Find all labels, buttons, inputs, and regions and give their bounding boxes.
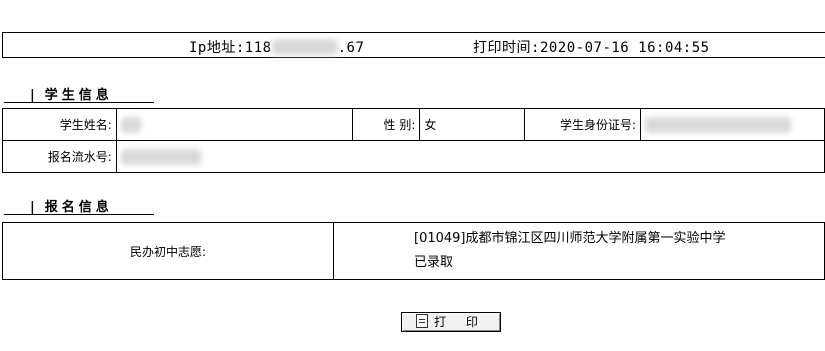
name-value xyxy=(115,108,354,141)
student-info-table: 学生姓名: 性 别: 女 学生身份证号: 报名流水号: xyxy=(2,108,825,173)
print-area: 打 印 xyxy=(401,311,501,332)
print-time-value: 2020-07-16 16:04:55 xyxy=(539,40,710,56)
section-title-text: 报名信息 xyxy=(44,200,113,215)
ip-label: Ip地址: xyxy=(189,40,245,56)
section-marker: | xyxy=(30,88,39,103)
id-redaction xyxy=(645,116,792,133)
name-label: 学生姓名: xyxy=(2,108,117,141)
name-redaction xyxy=(120,116,141,133)
ip-redaction xyxy=(271,39,338,55)
admission-status: 已录取 xyxy=(414,255,454,270)
section-title-text: 学生信息 xyxy=(44,88,113,103)
ip-address: Ip地址:118 .67 xyxy=(189,37,364,57)
serial-redaction xyxy=(120,148,201,165)
serial-label: 报名流水号: xyxy=(2,140,117,173)
ip-prefix: 118 xyxy=(244,40,272,56)
header-bar: Ip地址:118 .67 打印时间:2020-07-16 16:04:55 xyxy=(2,32,825,58)
student-section-title: | 学生信息 xyxy=(4,84,154,103)
id-value xyxy=(640,108,825,141)
ip-suffix: .67 xyxy=(337,40,365,56)
id-label: 学生身份证号: xyxy=(524,108,642,141)
registration-info-table: 民办初中志愿: [01049]成都市锦江区四川师范大学附属第一实验中学 已录取 xyxy=(2,222,825,280)
section-marker: | xyxy=(30,200,39,215)
choice-label: 民办初中志愿: xyxy=(2,222,334,280)
choice-value: [01049]成都市锦江区四川师范大学附属第一实验中学 已录取 xyxy=(333,222,825,280)
serial-value xyxy=(115,140,825,173)
gender-label: 性 别: xyxy=(352,108,421,141)
document-icon xyxy=(416,314,429,328)
registration-section-title: | 报名信息 xyxy=(4,196,154,215)
school-name: [01049]成都市锦江区四川师范大学附属第一实验中学 xyxy=(414,231,726,246)
print-time-label: 打印时间: xyxy=(473,40,540,56)
gender-value: 女 xyxy=(419,108,526,141)
print-time: 打印时间:2020-07-16 16:04:55 xyxy=(473,37,710,57)
print-button-label: 打 印 xyxy=(434,315,486,329)
print-button[interactable]: 打 印 xyxy=(401,311,501,332)
